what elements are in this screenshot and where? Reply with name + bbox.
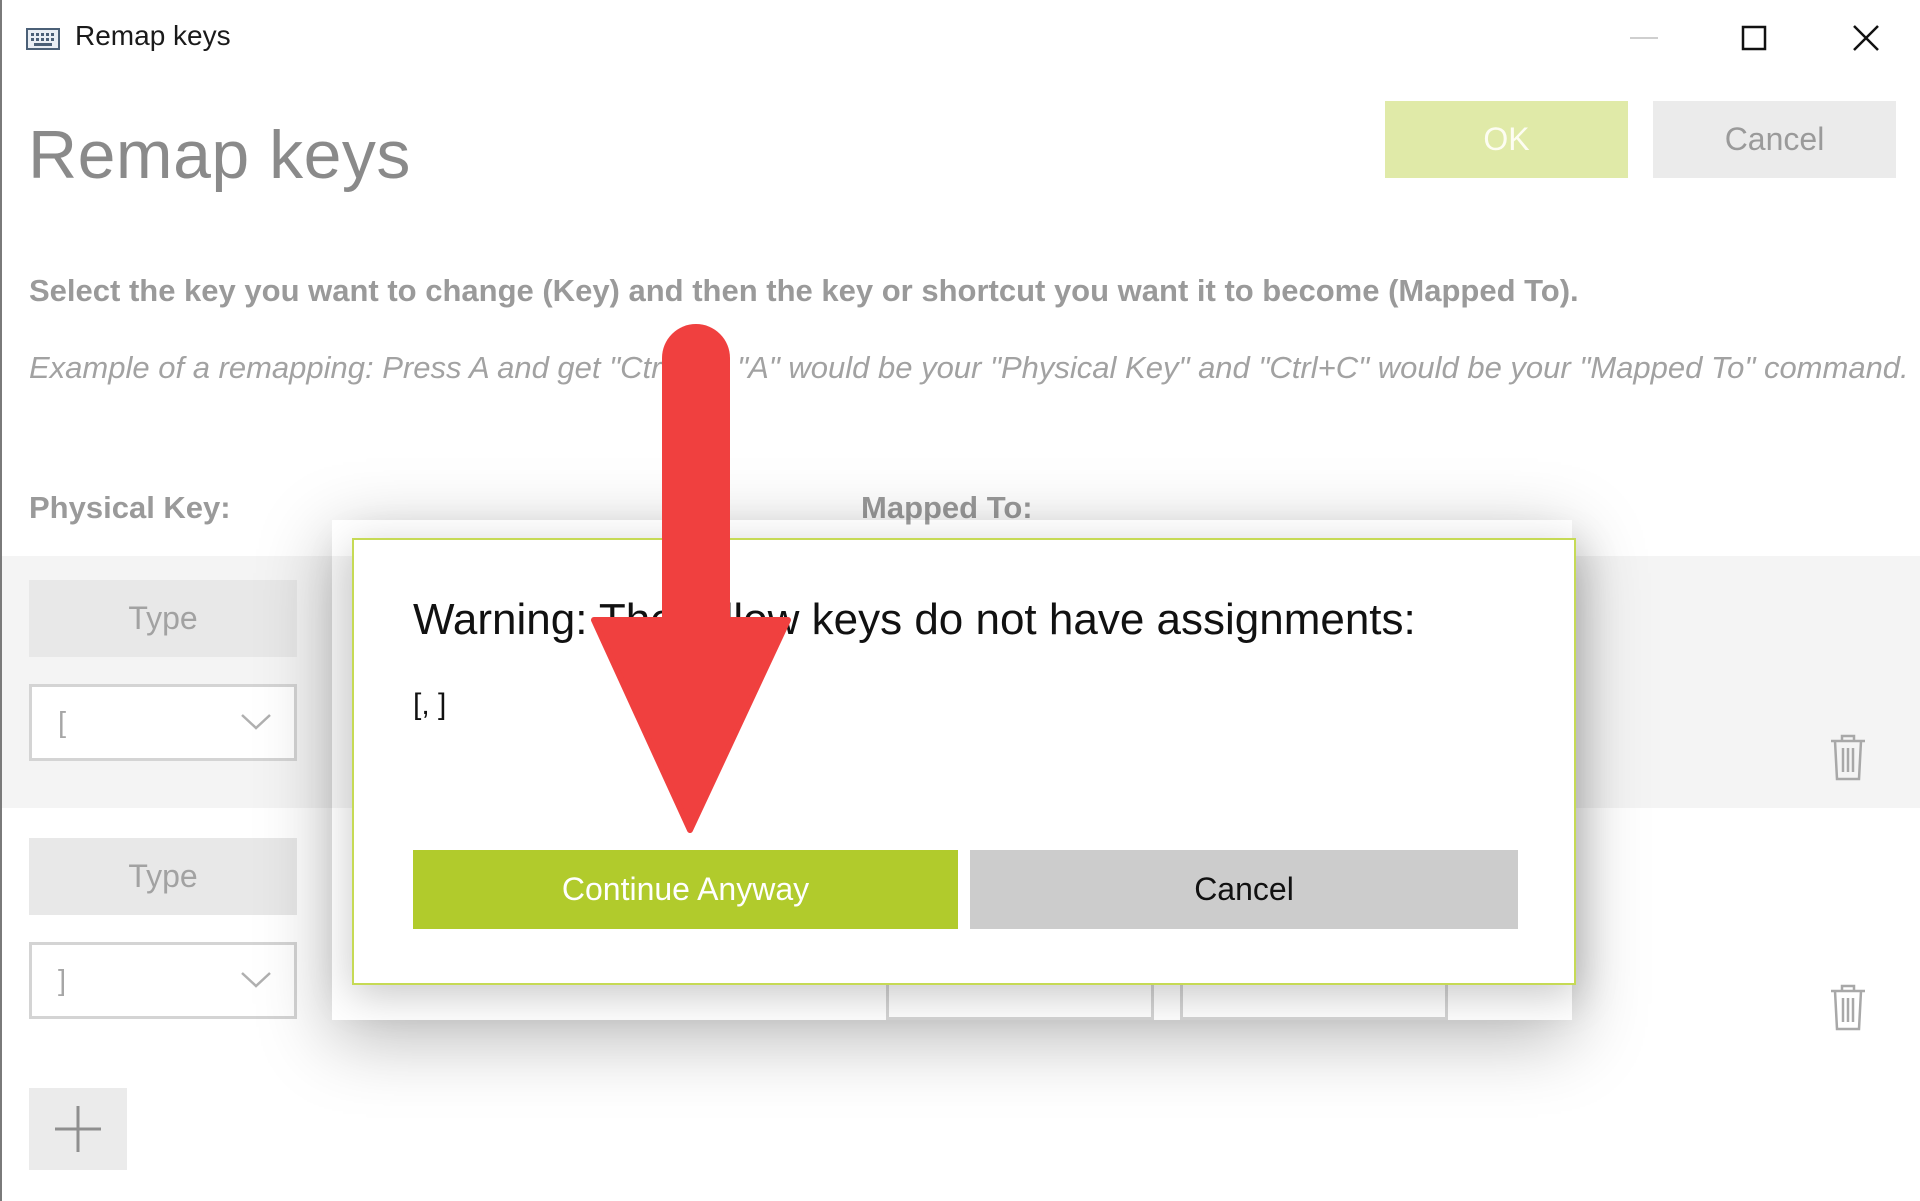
- mapped-key-select[interactable]: [1180, 980, 1448, 1020]
- type-key-button[interactable]: Type: [29, 838, 297, 915]
- dialog-cancel-button[interactable]: Cancel: [970, 850, 1518, 929]
- minimize-icon: [1630, 37, 1658, 39]
- chevron-down-icon: [241, 714, 271, 730]
- mapped-key-select[interactable]: [886, 980, 1154, 1020]
- minimize-button[interactable]: [1614, 14, 1674, 62]
- page-title: Remap keys: [28, 117, 411, 193]
- close-icon: [1853, 25, 1879, 51]
- physical-key-select[interactable]: ]: [29, 942, 297, 1019]
- warning-dialog: Warning: The follow keys do not have ass…: [352, 538, 1576, 985]
- instruction-text: Select the key you want to change (Key) …: [29, 273, 1579, 308]
- selected-key: [: [58, 707, 67, 739]
- trash-icon[interactable]: [1828, 982, 1868, 1032]
- window-title: Remap keys: [75, 20, 231, 51]
- maximize-icon: [1741, 25, 1767, 51]
- dialog-title: Warning: The follow keys do not have ass…: [413, 595, 1416, 644]
- remap-keys-window: Remap keys Remap keys OK Cancel Select t…: [0, 0, 1920, 1201]
- title-bar: Remap keys: [2, 0, 1920, 76]
- cancel-button[interactable]: Cancel: [1653, 101, 1896, 178]
- type-key-button[interactable]: Type: [29, 580, 297, 657]
- chevron-down-icon: [241, 972, 271, 988]
- keyboard-icon: [26, 28, 60, 50]
- close-button[interactable]: [1836, 14, 1896, 62]
- trash-icon[interactable]: [1828, 732, 1868, 782]
- selected-key: ]: [58, 965, 67, 997]
- maximize-button[interactable]: [1724, 14, 1784, 62]
- add-mapping-button[interactable]: [29, 1088, 127, 1170]
- continue-anyway-button[interactable]: Continue Anyway: [413, 850, 958, 929]
- example-text: Example of a remapping: Press A and get …: [29, 350, 1909, 385]
- physical-key-select[interactable]: [: [29, 684, 297, 761]
- ok-button[interactable]: OK: [1385, 101, 1628, 178]
- mapped-to-header: Mapped To:: [861, 490, 1033, 525]
- unassigned-keys: [, ]: [413, 688, 447, 721]
- plus-icon: [55, 1106, 101, 1152]
- physical-key-header: Physical Key:: [29, 490, 231, 525]
